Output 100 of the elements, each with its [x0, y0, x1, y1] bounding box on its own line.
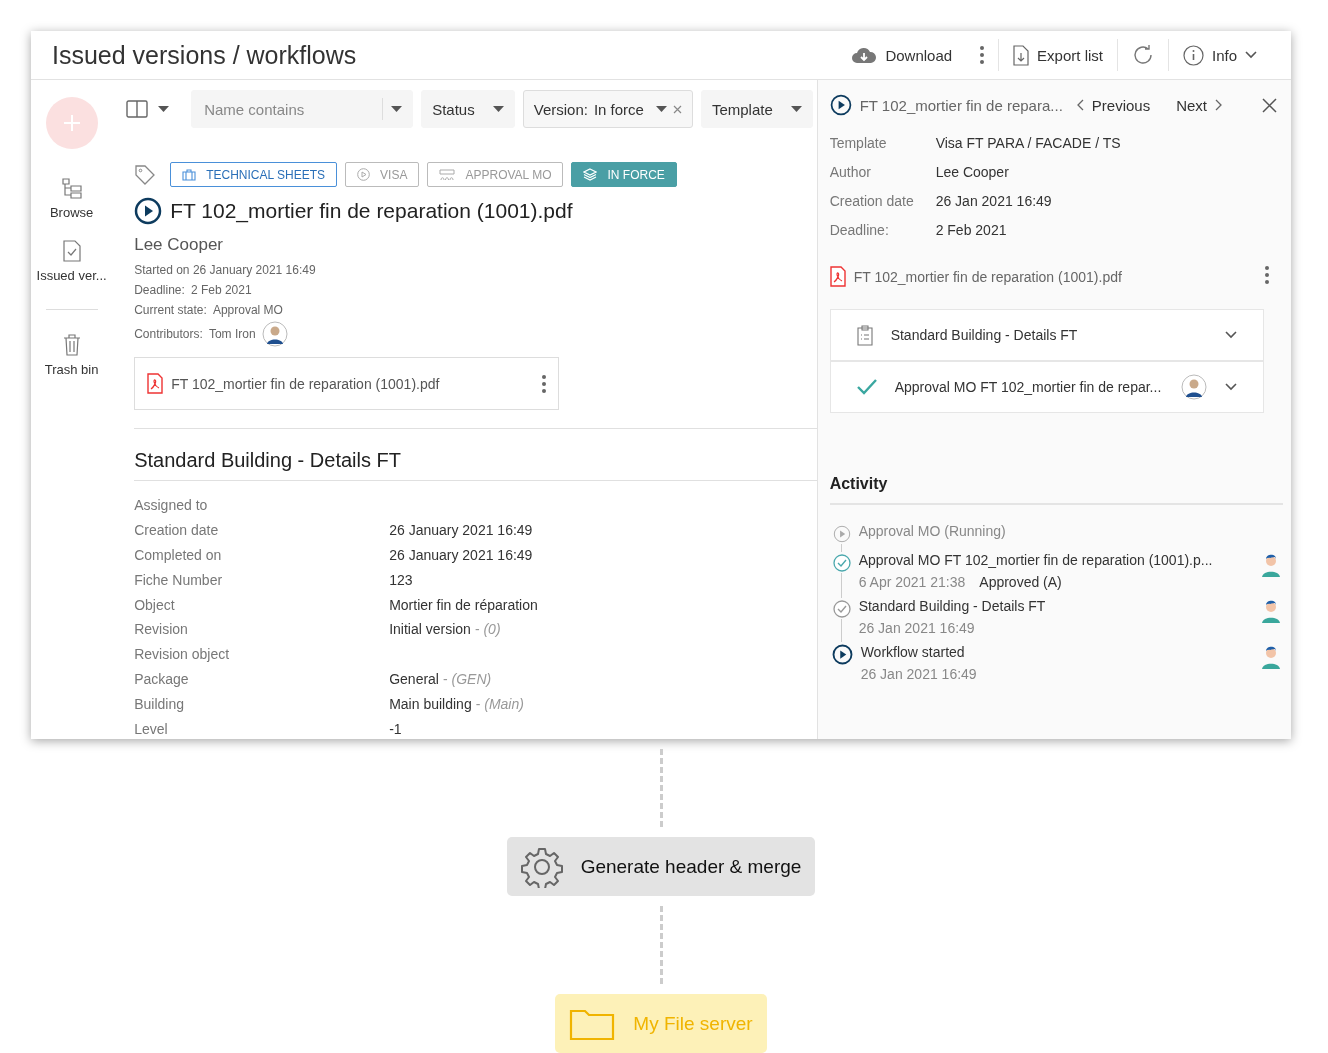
- field-value: Main building: [389, 695, 472, 712]
- workflow-step[interactable]: Standard Building - Details FT: [829, 309, 1264, 361]
- columns-icon: [126, 100, 149, 118]
- meta-label: Deadline:: [134, 283, 185, 297]
- property-label: Deadline:: [829, 221, 890, 238]
- pdf-file-icon: [829, 266, 846, 287]
- field-label: Package: [134, 670, 190, 687]
- tag: IN FORCE: [571, 162, 677, 187]
- filter-dropdown[interactable]: Template: [700, 90, 813, 128]
- field-value: Initial version: [389, 621, 471, 638]
- more-icon[interactable]: [542, 374, 547, 393]
- export-button[interactable]: Export list: [999, 39, 1117, 71]
- plus-icon: [62, 114, 81, 132]
- info-icon: [1182, 44, 1204, 66]
- pdf-file-icon: [147, 373, 164, 394]
- field-value: Mortier fin de réparation: [389, 596, 538, 613]
- workflow-step[interactable]: Approval MO FT 102_mortier fin de repar...: [829, 361, 1264, 413]
- field-label: Revision object: [134, 646, 231, 663]
- file-name: FT 102_mortier fin de reparation (1001).pdf: [171, 375, 441, 392]
- contributor-name: Tom Iron: [208, 327, 256, 341]
- user-avatar-icon: [1259, 598, 1283, 624]
- file-export-icon: [1013, 44, 1030, 66]
- field-code: - (GEN): [443, 670, 492, 687]
- play-icon: [357, 168, 371, 181]
- next-button[interactable]: Next: [1170, 96, 1228, 114]
- play-icon: [832, 524, 851, 543]
- more-icon[interactable]: [980, 46, 985, 64]
- activity-text: Standard Building - Details FT: [858, 598, 1047, 614]
- user-avatar-icon: [1259, 644, 1283, 670]
- page-title: Issued versions / workflows: [52, 40, 358, 70]
- sidebar-item[interactable]: Browse: [49, 173, 94, 224]
- folder-tree-icon: [60, 177, 83, 199]
- field-label: Building: [134, 695, 185, 712]
- field-label: Level: [134, 720, 169, 737]
- activity-date: 6 Apr 2021 21:38: [858, 574, 966, 590]
- close-icon: [1262, 97, 1277, 113]
- file-name[interactable]: FT 102_mortier fin de reparation (1001).pdf: [853, 268, 1257, 285]
- avatar-icon: [1180, 374, 1207, 400]
- caret-icon: [492, 106, 504, 112]
- previous-button[interactable]: Previous: [1070, 96, 1157, 114]
- node-label: My File server: [633, 1012, 753, 1035]
- property-label: Creation date: [829, 192, 915, 209]
- cloud-download-icon: [851, 46, 878, 64]
- node-label: Generate header & merge: [580, 855, 802, 878]
- field-value: 26 January 2021 16:49: [389, 547, 533, 563]
- author-name: Lee Cooper: [134, 235, 224, 255]
- field-label: Completed on: [134, 547, 223, 563]
- activity-text: Approval MO (Running): [858, 523, 1007, 539]
- user-avatar-icon: [1259, 552, 1283, 578]
- property-value: 2 Feb 2021: [935, 221, 1008, 238]
- section-title: Standard Building - Details FT: [134, 449, 402, 472]
- play-icon: [134, 197, 163, 225]
- avatar-icon: [261, 321, 288, 347]
- property-label: Template: [829, 134, 888, 151]
- chevron-down-icon: [1245, 51, 1257, 59]
- layers-icon: [583, 168, 598, 181]
- trash-icon: [62, 334, 81, 356]
- play-icon: [831, 644, 853, 665]
- activity-text: Approval MO FT 102_mortier fin de reparation (1001).p...: [858, 552, 1214, 568]
- field-label: Creation date: [134, 522, 220, 539]
- field-label: Assigned to: [134, 497, 209, 514]
- property-label: Author: [829, 163, 872, 180]
- search-input[interactable]: Name contains: [202, 99, 375, 119]
- caret-icon: [655, 106, 667, 112]
- field-value: 26 January 2021 16:49: [389, 522, 533, 539]
- activity-date: 26 Jan 2021 16:49: [858, 620, 975, 636]
- property-value: Visa FT PARA / FACADE / TS: [935, 134, 1122, 151]
- field-label: Object: [134, 596, 176, 613]
- field-value: -1: [389, 720, 402, 737]
- check-circle-icon: [832, 599, 851, 618]
- briefcase-icon: [182, 168, 197, 181]
- clear-icon[interactable]: [672, 104, 682, 114]
- info-button[interactable]: Info: [1168, 39, 1271, 71]
- tag: TECHNICAL SHEETS: [170, 162, 338, 187]
- sidebar-item[interactable]: Trash bin: [44, 330, 99, 381]
- refresh-icon: [1131, 44, 1154, 66]
- check-circle-icon: [832, 553, 851, 572]
- field-label: Fiche Number: [134, 571, 224, 588]
- section-title: Activity: [829, 475, 1283, 505]
- chevron-left-icon: [1076, 99, 1084, 111]
- tag-icon: [134, 163, 157, 186]
- download-button[interactable]: Download: [837, 39, 967, 71]
- filter-dropdown[interactable]: Status: [421, 90, 515, 128]
- caret-icon: [391, 106, 403, 112]
- document-check-icon: [62, 240, 81, 262]
- more-icon[interactable]: [1265, 266, 1269, 284]
- check-icon: [856, 379, 877, 395]
- sidebar-item[interactable]: Issued ver...: [36, 236, 107, 287]
- property-value: Lee Cooper: [935, 163, 1010, 180]
- tag: VISA: [345, 162, 420, 187]
- activity-date: 26 Jan 2021 16:49: [860, 666, 977, 682]
- field-value: 123: [389, 571, 413, 588]
- gear-icon: [520, 845, 563, 888]
- file-card[interactable]: FT 102_mortier fin de reparation (1001).pdf: [134, 357, 560, 410]
- meta-label: Contributors:: [134, 327, 203, 341]
- name-filter-field[interactable]: Name contains: [191, 90, 414, 128]
- group-icon: [439, 168, 456, 181]
- field-value: General: [389, 670, 439, 687]
- property-value: 26 Jan 2021 16:49: [935, 192, 1053, 209]
- filter-dropdown[interactable]: Version: In force: [522, 90, 693, 128]
